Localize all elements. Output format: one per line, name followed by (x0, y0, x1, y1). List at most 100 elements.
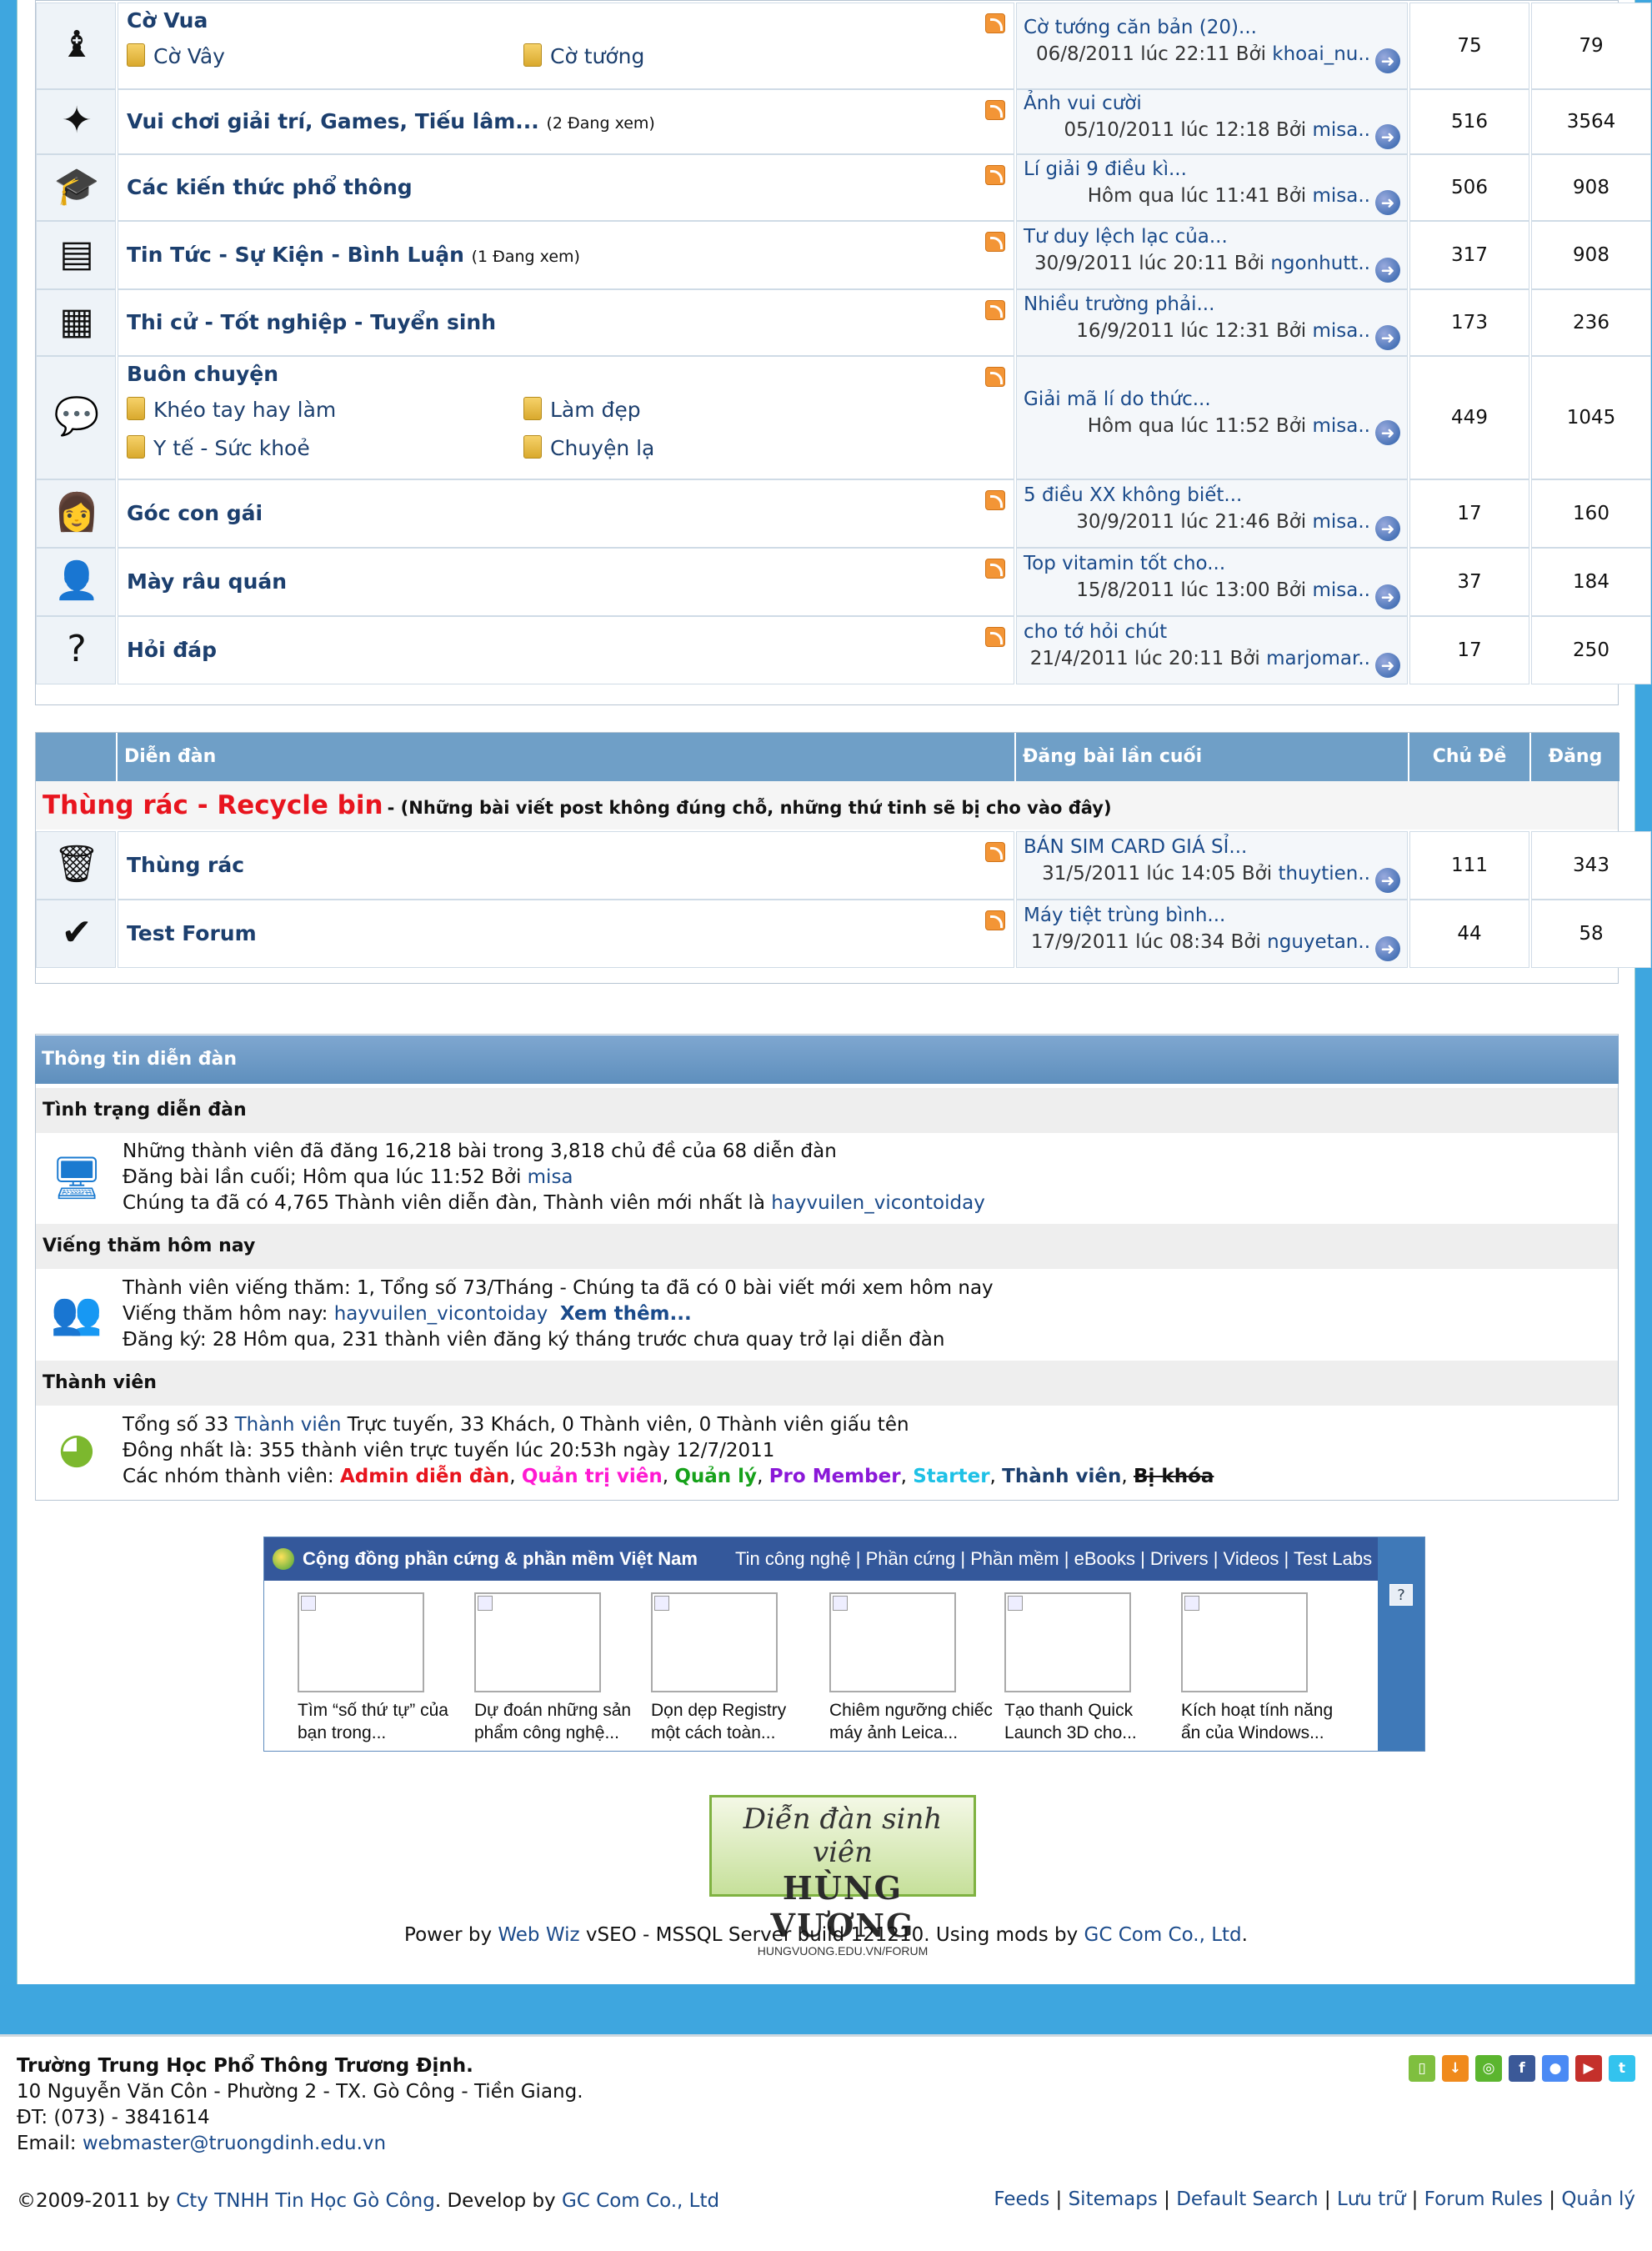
last-post-user[interactable]: misa.. (1313, 119, 1371, 141)
last-post-user[interactable]: misa.. (1313, 185, 1371, 207)
footer-link[interactable]: Feeds (994, 2188, 1049, 2210)
widget-nav-link[interactable]: Phần mềm (970, 1548, 1059, 1569)
rss-icon[interactable] (985, 300, 1005, 320)
subforum-link[interactable]: Làm đẹp (523, 397, 641, 422)
last-post-user[interactable]: nguyetan.. (1267, 931, 1370, 953)
last-post-user[interactable]: khoai_nu.. (1272, 43, 1370, 65)
last-post-user[interactable]: misa.. (1313, 415, 1371, 437)
developer-link[interactable]: GC Com Co., Ltd (562, 2190, 719, 2212)
article-link[interactable]: Dọn dẹp Registry một cách toàn... (651, 1699, 818, 1744)
forum-name[interactable]: Góc con gái (127, 501, 263, 525)
rss-icon[interactable] (985, 100, 1005, 120)
forum-name[interactable]: Thùng rác (127, 853, 244, 877)
subforum-link[interactable]: Chuyện lạ (523, 435, 654, 460)
forum-name[interactable]: Buôn chuyện (127, 362, 278, 386)
footer-link[interactable]: Default Search (1176, 2188, 1318, 2210)
forum-name[interactable]: Hỏi đáp (127, 638, 217, 662)
article-link[interactable]: Kích hoạt tính năng ẩn của Windows... (1181, 1699, 1348, 1744)
go-to-post-icon[interactable]: ➜ (1375, 190, 1400, 215)
android-icon[interactable]: ▯ (1409, 2055, 1435, 2082)
webwiz-link[interactable]: Web Wiz (498, 1924, 579, 1946)
widget-nav-link[interactable]: Videos (1224, 1548, 1279, 1569)
go-to-post-icon[interactable]: ➜ (1375, 258, 1400, 283)
member-group-link[interactable]: Thành viên (1002, 1466, 1121, 1487)
go-to-post-icon[interactable]: ➜ (1375, 420, 1400, 445)
article-thumbnail[interactable] (298, 1592, 424, 1692)
subforum-link[interactable]: Cờ tướng (523, 43, 644, 68)
member-group-link[interactable]: Quản trị viên (522, 1466, 663, 1487)
rss-icon[interactable] (985, 910, 1005, 930)
article-thumbnail[interactable] (829, 1592, 956, 1692)
member-group-link[interactable]: Quản lý (674, 1466, 757, 1487)
rss-icon[interactable] (985, 490, 1005, 510)
article-link[interactable]: Tìm “số thứ tự” của bạn trong... (298, 1699, 464, 1744)
rss-icon[interactable] (985, 842, 1005, 862)
last-post-user-link[interactable]: misa (528, 1166, 573, 1188)
last-post-user[interactable]: misa.. (1313, 579, 1371, 601)
last-post-title[interactable]: Cờ tướng căn bản (20)... (1024, 17, 1257, 38)
last-post-title[interactable]: Máy tiệt trùng bình... (1024, 905, 1225, 926)
forum-name[interactable]: Thi cử - Tốt nghiệp - Tuyển sinh (127, 310, 496, 334)
footer-link[interactable]: Lưu trữ (1337, 2188, 1405, 2210)
last-post-title[interactable]: cho tớ hỏi chút (1024, 621, 1167, 643)
forum-name[interactable]: Vui chơi giải trí, Games, Tiếu lâm... (2… (127, 109, 655, 133)
article-thumbnail[interactable] (474, 1592, 601, 1692)
youtube-icon[interactable]: ▶ (1575, 2055, 1602, 2082)
subforum-link[interactable]: Cờ Vây (127, 43, 225, 68)
article-link[interactable]: Dự đoán những sản phẩm công nghệ... (474, 1699, 641, 1744)
forum-name[interactable]: Các kiến thức phổ thông (127, 175, 413, 199)
go-to-post-icon[interactable]: ➜ (1375, 325, 1400, 350)
last-post-title[interactable]: 5 điều XX không biết... (1024, 484, 1242, 506)
newest-member-link[interactable]: hayvuilen_vicontoiday (771, 1192, 985, 1214)
category-link[interactable]: Thùng rác - Recycle bin (43, 790, 383, 820)
twitter-icon[interactable]: t (1609, 2055, 1635, 2082)
email-link[interactable]: webmaster@truongdinh.edu.vn (83, 2133, 386, 2154)
go-to-post-icon[interactable]: ➜ (1375, 516, 1400, 541)
hung-vuong-logo[interactable]: Diễn đàn sinh viên HÙNG VƯƠNG HUNGVUONG.… (709, 1795, 976, 1958)
widget-nav-link[interactable]: eBooks (1074, 1548, 1135, 1569)
widget-nav-link[interactable]: Tin công nghệ (735, 1548, 851, 1569)
subforum-link[interactable]: Y tế - Sức khoẻ (127, 435, 310, 460)
widget-nav-link[interactable]: Phần cứng (866, 1548, 956, 1569)
rss-icon[interactable] (985, 627, 1005, 647)
article-thumbnail[interactable] (1181, 1592, 1308, 1692)
last-post-title[interactable]: Giải mã lí do thức... (1024, 389, 1211, 410)
member-group-link[interactable]: Starter (913, 1466, 989, 1487)
go-to-post-icon[interactable]: ➜ (1375, 936, 1400, 961)
see-more-link[interactable]: Xem thêm... (560, 1303, 692, 1325)
last-post-title[interactable]: Top vitamin tốt cho... (1024, 553, 1225, 574)
go-to-post-icon[interactable]: ➜ (1375, 124, 1400, 149)
footer-link[interactable]: Sitemaps (1069, 2188, 1158, 2210)
last-post-title[interactable]: Lí giải 9 điều kì... (1024, 158, 1187, 180)
forum-name[interactable]: Tin Tức - Sự Kiện - Bình Luận (1 Đang xe… (127, 243, 580, 267)
article-thumbnail[interactable] (651, 1592, 778, 1692)
member-group-link[interactable]: Bị khóa (1134, 1466, 1214, 1487)
last-post-title[interactable]: BÁN SIM CARD GIÁ SỈ... (1024, 836, 1247, 858)
widget-help-button[interactable]: ? (1389, 1584, 1413, 1606)
go-to-post-icon[interactable]: ➜ (1375, 48, 1400, 73)
facebook-icon[interactable]: f (1509, 2055, 1535, 2082)
last-post-user[interactable]: marjomar.. (1266, 648, 1370, 669)
gccom-link[interactable]: GC Com Co., Ltd (1084, 1924, 1242, 1946)
member-group-link[interactable]: Admin diễn đàn (340, 1466, 509, 1487)
footer-link[interactable]: Forum Rules (1424, 2188, 1543, 2210)
forum-name[interactable]: Cờ Vua (127, 8, 208, 33)
article-link[interactable]: Chiêm ngưỡng chiếc máy ảnh Leica... (829, 1699, 996, 1744)
article-thumbnail[interactable] (1004, 1592, 1131, 1692)
last-post-title[interactable]: Ảnh vui cười (1024, 93, 1142, 114)
company-link[interactable]: Cty TNHH Tin Học Gò Công (176, 2190, 435, 2212)
article-link[interactable]: Tạo thanh Quick Launch 3D cho... (1004, 1699, 1171, 1744)
member-group-link[interactable]: Pro Member (769, 1466, 901, 1487)
footer-link[interactable]: Quản lý (1561, 2188, 1635, 2210)
go-to-post-icon[interactable]: ➜ (1375, 584, 1400, 609)
download-icon[interactable]: ↓ (1442, 2055, 1469, 2082)
last-post-title[interactable]: Nhiều trường phải... (1024, 293, 1214, 315)
forum-name[interactable]: Mày râu quán (127, 569, 287, 594)
go-to-post-icon[interactable]: ➜ (1375, 868, 1400, 893)
subforum-link[interactable]: Khéo tay hay làm (127, 397, 336, 422)
visitor-user-link[interactable]: hayvuilen_vicontoiday (334, 1303, 548, 1325)
last-post-user[interactable]: thuytien.. (1278, 863, 1370, 885)
rss-icon[interactable] (985, 367, 1005, 387)
rss-icon[interactable] (985, 13, 1005, 33)
last-post-title[interactable]: Tư duy lệch lạc của... (1024, 226, 1228, 248)
